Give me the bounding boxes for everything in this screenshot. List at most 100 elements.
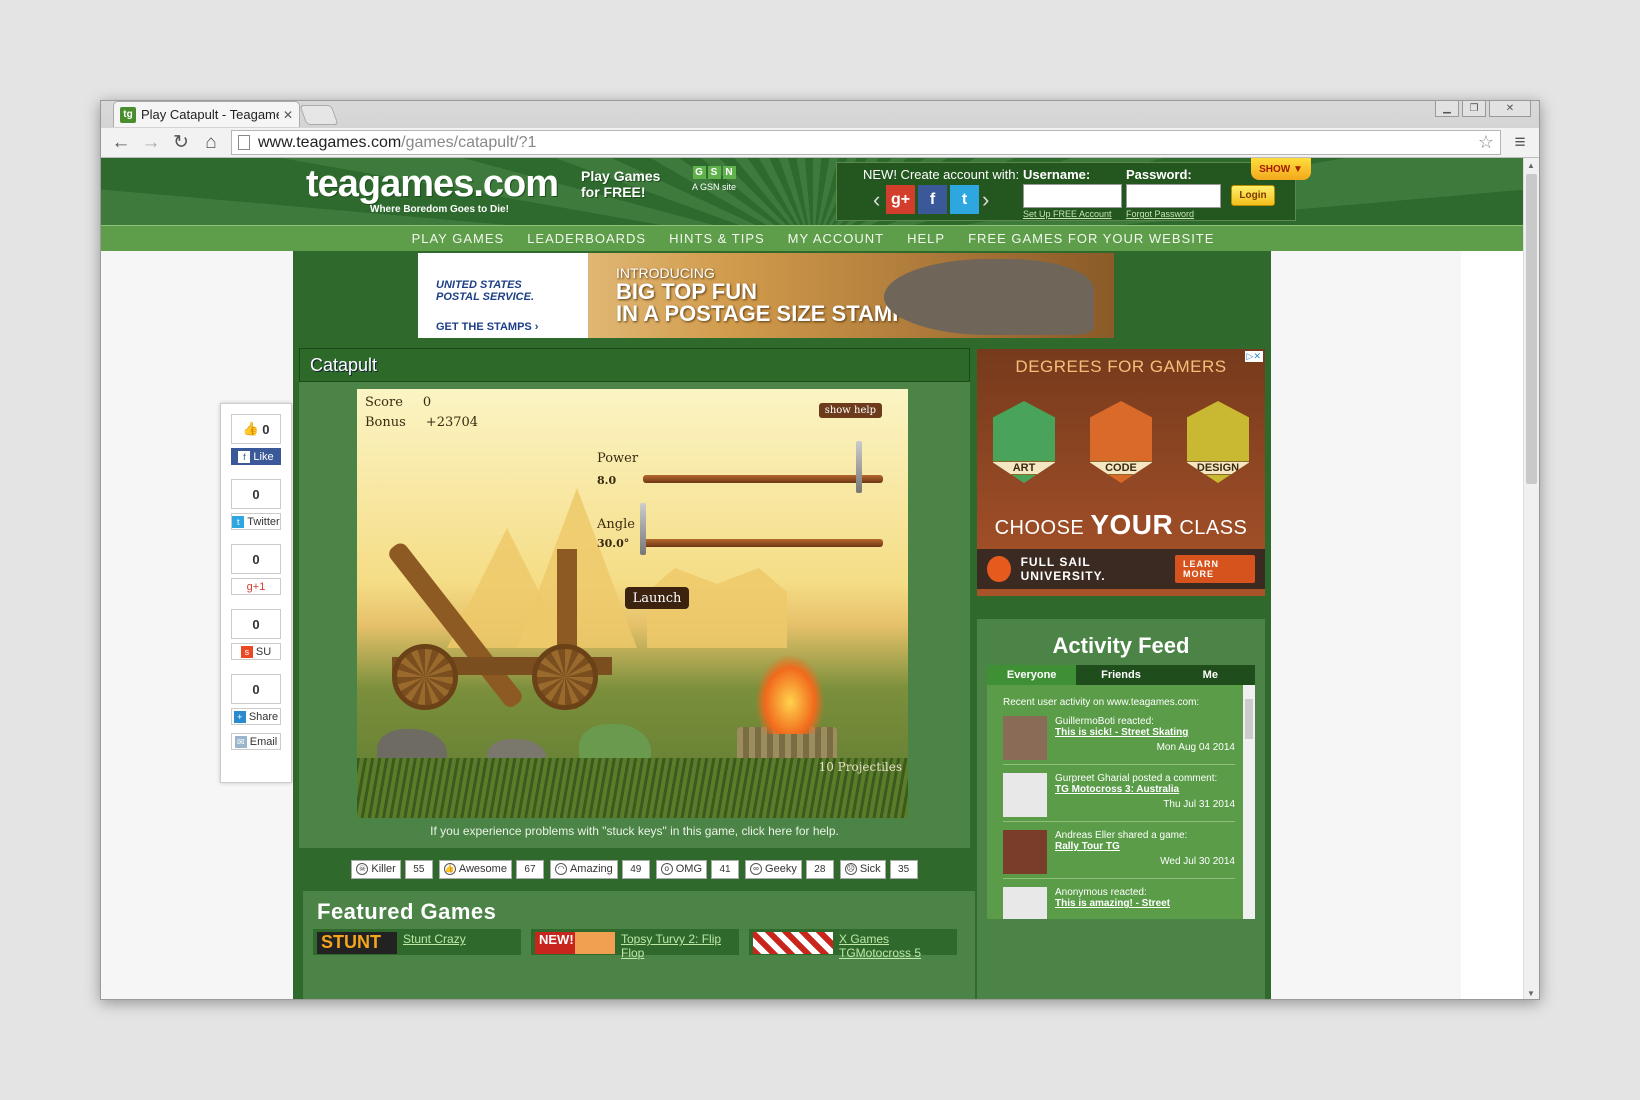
reaction-killer[interactable]: ☠ Killer 55 <box>351 859 433 879</box>
ad-cta[interactable]: GET THE STAMPS › <box>436 321 578 333</box>
home-icon[interactable]: ⌂ <box>197 131 225 155</box>
password-input[interactable] <box>1126 184 1221 208</box>
bookmark-star-icon[interactable]: ☆ <box>1478 132 1494 153</box>
reaction-geeky[interactable]: ∞ Geeky 28 <box>745 859 834 879</box>
menu-icon[interactable]: ≡ <box>1507 132 1533 154</box>
ad-line-1: BIG TOP FUN <box>616 279 757 304</box>
close-tab-icon[interactable]: ✕ <box>283 108 293 122</box>
learn-more-button[interactable]: LEARN MORE <box>1175 555 1255 583</box>
nav-play-games[interactable]: PLAY GAMES <box>412 231 505 246</box>
scrollbar-thumb[interactable] <box>1526 174 1537 484</box>
nav-hints-tips[interactable]: HINTS & TIPS <box>669 231 765 246</box>
forgot-password-link[interactable]: Forgot Password <box>1126 209 1194 219</box>
reaction-awesome[interactable]: 👍 Awesome 67 <box>438 859 544 879</box>
url-path: /games/catapult/?1 <box>401 133 537 151</box>
username-input[interactable] <box>1023 184 1122 208</box>
facebook-icon[interactable]: f <box>918 185 947 214</box>
art-shield-icon: ART <box>993 401 1055 483</box>
activity-link[interactable]: TG Motocross 3: Australia <box>1055 784 1235 795</box>
email-button[interactable]: ✉ Email <box>231 733 281 750</box>
chevron-right-icon[interactable]: › <box>982 187 992 213</box>
avatar[interactable] <box>1003 773 1047 817</box>
gplus-count: 0 <box>231 544 281 574</box>
activity-link[interactable]: Rally Tour TG <box>1055 841 1235 852</box>
activity-link[interactable]: This is amazing! - Street <box>1055 898 1235 909</box>
featured-title: Featured Games <box>317 899 497 924</box>
scroll-down-icon[interactable]: ▼ <box>1527 989 1535 998</box>
scroll-up-icon[interactable]: ▲ <box>1527 161 1535 170</box>
setup-account-link[interactable]: Set Up FREE Account <box>1023 209 1112 219</box>
site-logo[interactable]: teagames.com Where Boredom Goes to Die! <box>306 163 559 215</box>
forward-icon[interactable]: → <box>137 131 165 155</box>
facebook-like-button[interactable]: f Like <box>231 448 281 465</box>
featured-game-link[interactable]: Topsy Turvy 2: Flip Flop <box>621 932 735 960</box>
main-nav: PLAY GAMES LEADERBOARDS HINTS & TIPS MY … <box>101 225 1525 251</box>
back-icon[interactable]: ← <box>107 131 135 155</box>
show-help-button[interactable]: show help <box>818 403 882 418</box>
minimize-icon[interactable]: ▁ <box>1435 101 1459 117</box>
launch-button[interactable]: Launch <box>625 587 689 609</box>
twitter-button[interactable]: t Twitter <box>231 513 281 530</box>
tab-friends[interactable]: Friends <box>1076 665 1165 685</box>
right-sidebar-ad[interactable]: ▷✕ DEGREES FOR GAMERS ART CODE DESIGN CH… <box>977 349 1265 596</box>
activity-scrollbar[interactable] <box>1243 685 1255 919</box>
avatar[interactable] <box>1003 887 1047 919</box>
featured-game-item[interactable]: STUNT Stunt Crazy <box>313 929 521 955</box>
reaction-amazing[interactable]: ◠ Amazing 49 <box>549 859 650 879</box>
browser-tab[interactable]: tg Play Catapult - Teagames ✕ <box>113 101 300 127</box>
nav-leaderboards[interactable]: LEADERBOARDS <box>527 231 646 246</box>
activity-list: Recent user activity on www.teagames.com… <box>987 685 1255 919</box>
stumbleupon-icon: s <box>240 645 253 658</box>
page-scrollbar[interactable]: ▲ ▼ <box>1523 158 1539 999</box>
nav-my-account[interactable]: MY ACCOUNT <box>788 231 884 246</box>
game-thumbnail[interactable] <box>753 932 833 954</box>
restore-icon[interactable]: ❐ <box>1462 101 1486 117</box>
power-slider-handle[interactable] <box>856 441 862 493</box>
game-panel: Catapult Score 0 Bonus +23704 show help Po… <box>299 348 970 848</box>
nav-free-games[interactable]: FREE GAMES FOR YOUR WEBSITE <box>968 231 1214 246</box>
activity-link[interactable]: This is sick! - Street Skating <box>1055 727 1235 738</box>
game-canvas[interactable]: Score 0 Bonus +23704 show help Power 8.0 A… <box>357 389 908 818</box>
game-thumbnail[interactable]: NEW! <box>535 932 615 954</box>
game-title: Catapult <box>299 348 970 382</box>
google-plus-icon[interactable]: g+ <box>886 185 915 214</box>
tab-everyone[interactable]: Everyone <box>987 665 1077 685</box>
stuck-keys-help-link[interactable]: If you experience problems with "stuck k… <box>299 824 970 838</box>
like-count[interactable]: 👍 0 <box>231 414 281 444</box>
power-value: 8.0 <box>597 474 617 487</box>
bonus-value: +23704 <box>425 415 479 430</box>
game-thumbnail[interactable]: STUNT <box>317 932 397 954</box>
avatar[interactable] <box>1003 716 1047 760</box>
close-window-icon[interactable]: ✕ <box>1489 101 1531 117</box>
avatar[interactable] <box>1003 830 1047 874</box>
share-button[interactable]: + Share <box>231 708 281 725</box>
featured-game-item[interactable]: NEW! Topsy Turvy 2: Flip Flop <box>531 929 739 960</box>
show-button[interactable]: SHOW ▼ <box>1251 158 1311 180</box>
ad-brand-2: POSTAL SERVICE. <box>436 291 535 303</box>
ad-choices-icon[interactable]: ▷✕ <box>1244 351 1263 362</box>
chevron-left-icon[interactable]: ‹ <box>873 187 883 213</box>
address-bar[interactable]: www.teagames.com/games/catapult/?1 ☆ <box>231 130 1501 155</box>
reload-icon[interactable]: ↻ <box>167 131 195 155</box>
gsn-logo[interactable]: GSN A GSN site <box>691 166 737 192</box>
twitter-icon[interactable]: t <box>950 185 979 214</box>
new-tab-button[interactable] <box>299 105 339 125</box>
password-label: Password: <box>1126 167 1192 182</box>
angle-slider-handle[interactable] <box>640 503 646 555</box>
tab-me[interactable]: Me <box>1166 665 1255 685</box>
share-sidebar: 👍 0 f Like 0 t Twitter 0 g+1 0 s SU 0 + Shar… <box>220 403 292 783</box>
login-button[interactable]: Login <box>1231 185 1275 206</box>
nav-help[interactable]: HELP <box>907 231 945 246</box>
stumbleupon-button[interactable]: s SU <box>231 643 281 660</box>
gplus-button[interactable]: g+1 <box>231 578 281 595</box>
envelope-icon: ✉ <box>234 735 247 748</box>
angle-slider[interactable] <box>643 539 883 547</box>
featured-game-link[interactable]: X Games TGMotocross 5 <box>839 932 953 960</box>
reaction-sick[interactable]: ☹ Sick 35 <box>839 859 918 879</box>
mountain <box>517 488 637 648</box>
featured-game-link[interactable]: Stunt Crazy <box>403 932 466 946</box>
reaction-omg[interactable]: o OMG 41 <box>655 859 740 879</box>
power-slider[interactable] <box>643 475 883 483</box>
top-banner-ad[interactable]: UNITED STATES POSTAL SERVICE. GET THE ST… <box>418 253 1114 338</box>
featured-game-item[interactable]: X Games TGMotocross 5 <box>749 929 957 960</box>
